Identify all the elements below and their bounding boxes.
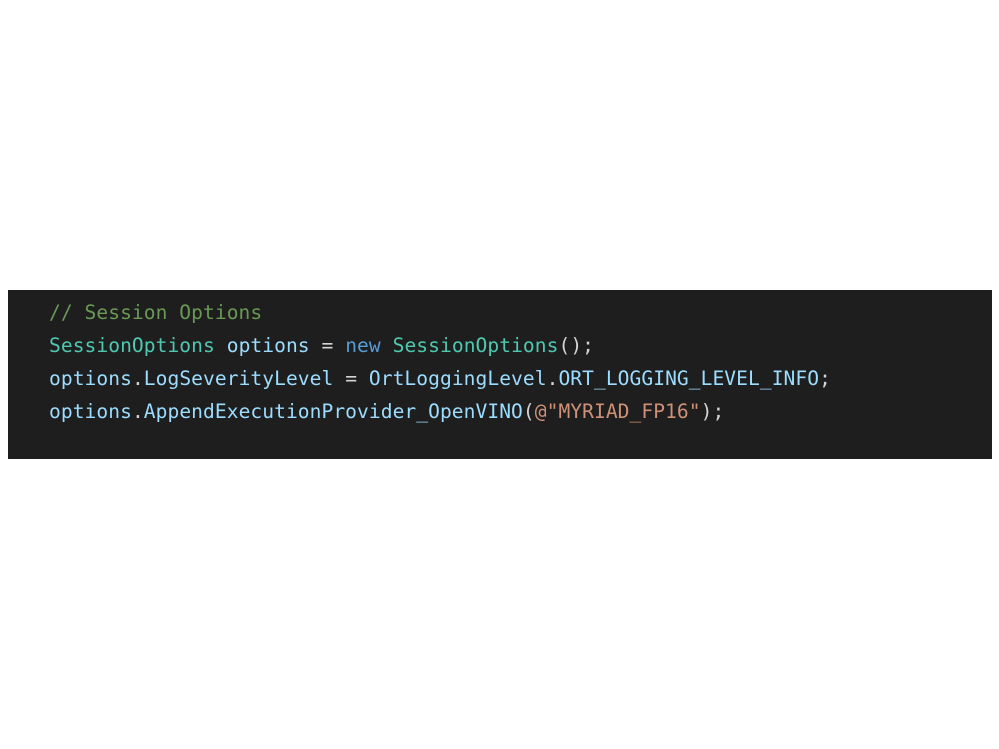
punctuation-token: (); — [558, 334, 595, 357]
operator-token: = — [333, 367, 369, 390]
code-line-declaration: SessionOptions options = new SessionOpti… — [49, 329, 992, 362]
punctuation-token: . — [546, 367, 559, 390]
variable-token: options — [49, 400, 132, 423]
property-token: LogSeverityLevel — [143, 367, 334, 390]
type-token: SessionOptions — [392, 334, 559, 357]
keyword-token: new — [345, 334, 381, 357]
enum-member-token: ORT_LOGGING_LEVEL_INFO — [558, 367, 820, 390]
variable-token: options — [226, 334, 310, 357]
variable-token: options — [49, 367, 132, 390]
punctuation-token: ( — [522, 400, 535, 423]
operator-token: = — [309, 334, 346, 357]
punctuation-token: ); — [700, 400, 725, 423]
code-block: // Session Options SessionOptions option… — [8, 290, 992, 459]
code-line-append-provider: options.AppendExecutionProvider_OpenVINO… — [49, 395, 992, 428]
code-line-comment: // Session Options — [49, 296, 992, 329]
string-token: @"MYRIAD_FP16" — [534, 400, 701, 423]
punctuation-token: ; — [819, 367, 831, 390]
enum-type-token: OrtLoggingLevel — [368, 367, 547, 390]
page: // Session Options SessionOptions option… — [0, 0, 999, 749]
type-token: SessionOptions — [49, 334, 215, 357]
method-token: AppendExecutionProvider_OpenVINO — [143, 400, 523, 423]
punctuation-token: . — [131, 400, 144, 423]
punctuation-token: . — [131, 367, 144, 390]
comment-token: // Session Options — [49, 301, 263, 324]
code-line-log-severity: options.LogSeverityLevel = OrtLoggingLev… — [49, 362, 992, 395]
